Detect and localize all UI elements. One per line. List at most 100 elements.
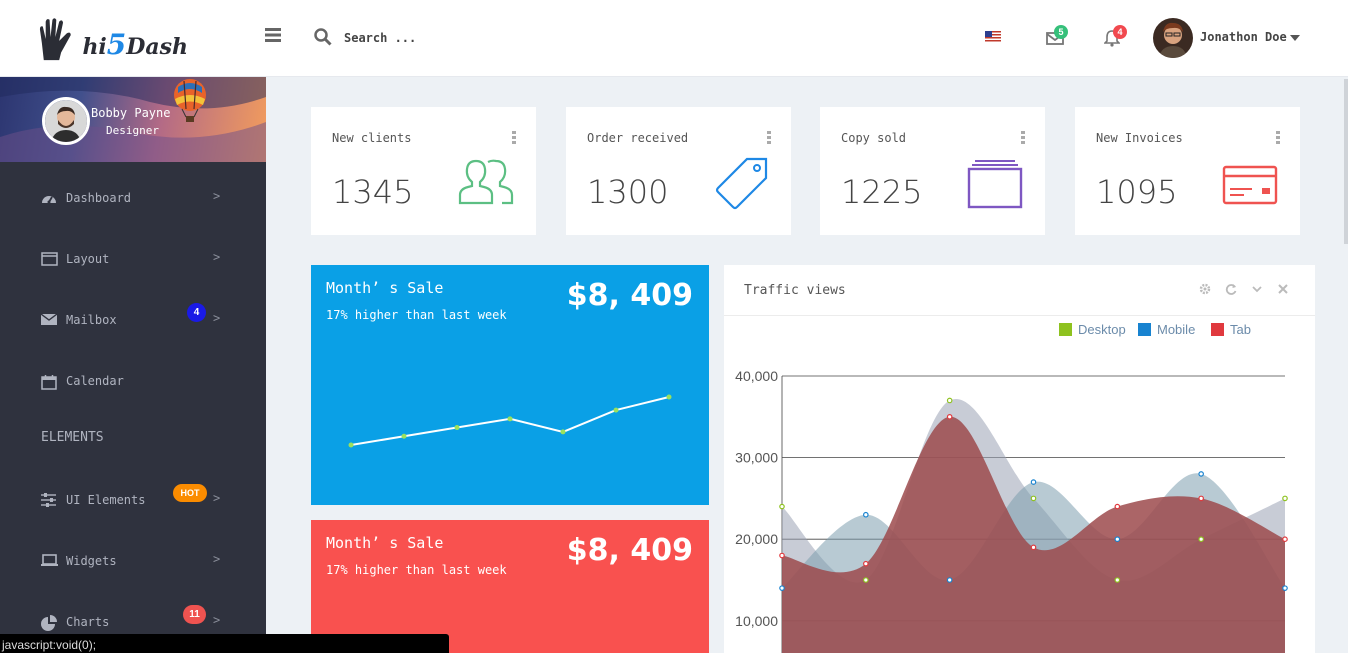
sparkline-point xyxy=(560,429,566,435)
profile-name[interactable]: Bobby Payne xyxy=(91,106,170,120)
pie-chart-icon xyxy=(41,615,57,631)
browser-status-bar: javascript:void(0); xyxy=(0,634,449,653)
sparkline-point xyxy=(507,416,513,422)
sidebar: Bobby Payne Designer Dashboard > Layout … xyxy=(0,77,266,653)
notifications-count-badge: 4 xyxy=(1113,25,1127,39)
stack-icon xyxy=(967,160,1023,209)
search-icon[interactable] xyxy=(314,28,332,50)
tag-icon xyxy=(715,157,768,210)
traffic-views-panel: Traffic views Desktop Mobile Tab 10,000 2… xyxy=(724,265,1315,653)
stat-card-title: New Invoices xyxy=(1096,131,1183,145)
data-point xyxy=(779,585,785,591)
card-menu-icon[interactable] xyxy=(1021,131,1025,146)
users-icon xyxy=(458,159,514,205)
data-point xyxy=(1030,479,1037,485)
y-tick-label: 40,000 xyxy=(735,368,778,384)
data-point xyxy=(1198,495,1204,502)
y-tick-label: 10,000 xyxy=(735,613,778,629)
us-flag-icon[interactable] xyxy=(985,31,1001,42)
data-point xyxy=(1282,585,1288,591)
card-menu-icon[interactable] xyxy=(512,131,516,146)
calendar-icon xyxy=(41,375,57,390)
mailbox-count-badge: 4 xyxy=(187,303,206,322)
sidebar-item-ui-elements[interactable]: UI Elements HOT > xyxy=(0,480,266,520)
sidebar-item-widgets[interactable]: Widgets > xyxy=(0,541,266,581)
stat-card-value: 1300 xyxy=(587,173,669,211)
data-point xyxy=(946,577,953,583)
card-menu-icon[interactable] xyxy=(1276,131,1280,146)
sparkline-point xyxy=(401,433,407,439)
hot-badge: HOT xyxy=(173,484,207,502)
notifications-button[interactable]: 4 xyxy=(1103,25,1127,51)
sale-subtitle: 17% higher than last week xyxy=(326,563,507,577)
sidebar-item-label: Layout xyxy=(66,252,110,266)
sidebar-profile: Bobby Payne Designer xyxy=(0,77,266,162)
data-point xyxy=(863,577,869,583)
stat-card-new-invoices: New Invoices 1095 xyxy=(1075,107,1300,235)
charts-count-badge: 11 xyxy=(183,605,206,624)
traffic-area-chart: 10,000 20,000 30,000 40,000 xyxy=(735,368,1288,653)
data-point xyxy=(863,560,869,567)
card-menu-icon[interactable] xyxy=(767,131,771,146)
stat-card-value: 1345 xyxy=(332,173,414,211)
scrollbar[interactable] xyxy=(1344,79,1348,244)
stat-card-copy-sold: Copy sold 1225 xyxy=(820,107,1045,235)
data-point xyxy=(946,397,953,404)
sidebar-item-calendar[interactable]: Calendar xyxy=(0,361,266,401)
layout-icon xyxy=(41,252,58,266)
data-point xyxy=(1282,495,1288,502)
data-point xyxy=(1114,503,1121,510)
stat-card-value: 1095 xyxy=(1096,173,1178,211)
credit-card-icon xyxy=(1222,165,1278,205)
profile-avatar[interactable] xyxy=(42,97,90,145)
chevron-right-icon: > xyxy=(213,189,221,203)
messages-button[interactable]: 5 xyxy=(1046,25,1068,49)
sidebar-item-label: Charts xyxy=(66,615,110,629)
stat-card-title: Copy sold xyxy=(841,131,907,145)
sidebar-item-mailbox[interactable]: Mailbox 4 > xyxy=(0,300,266,340)
data-point xyxy=(946,414,953,420)
logo-text: hi5Dash xyxy=(82,27,188,61)
top-navbar: hi5Dash 5 4 Jonathon Doe xyxy=(0,0,1348,77)
data-point xyxy=(1030,495,1037,502)
messages-count-badge: 5 xyxy=(1054,25,1068,39)
data-point xyxy=(1114,536,1121,543)
search-input[interactable] xyxy=(344,26,544,50)
sale-title: Month’ s Sale xyxy=(326,534,444,552)
sparkline-point xyxy=(348,442,354,448)
sparkline-chart xyxy=(348,394,672,448)
stat-card-order-received: Order received 1300 xyxy=(566,107,791,235)
data-point xyxy=(1198,536,1204,543)
laptop-icon xyxy=(41,554,58,566)
user-avatar[interactable] xyxy=(1153,18,1193,58)
hamburger-menu-icon[interactable] xyxy=(265,28,281,46)
chevron-right-icon: > xyxy=(213,552,221,566)
data-point xyxy=(1114,577,1121,583)
sidebar-item-label: Widgets xyxy=(66,554,117,568)
sidebar-item-label: Mailbox xyxy=(66,313,117,327)
sidebar-section-title: ELEMENTS xyxy=(41,430,104,445)
stat-card-value: 1225 xyxy=(841,173,923,211)
data-point xyxy=(779,503,785,510)
sidebar-item-layout[interactable]: Layout > xyxy=(0,239,266,279)
chevron-right-icon: > xyxy=(213,491,221,505)
user-name[interactable]: Jonathon Doe xyxy=(1200,30,1287,44)
hot-air-balloon-icon xyxy=(172,79,208,127)
logo[interactable]: hi5Dash xyxy=(38,14,188,64)
sparkline-point xyxy=(454,425,460,431)
sale-panel-blue: Month’ s Sale 17% higher than last week … xyxy=(311,265,709,505)
sidebar-item-dashboard[interactable]: Dashboard > xyxy=(0,178,266,218)
sidebar-item-label: UI Elements xyxy=(66,493,146,507)
sparkline-point xyxy=(666,394,672,400)
sliders-icon xyxy=(41,493,56,507)
data-point xyxy=(1198,471,1204,477)
data-point xyxy=(863,511,869,518)
sparkline-point xyxy=(613,407,619,413)
y-tick-label: 30,000 xyxy=(735,450,778,466)
sale-amount: $8, 409 xyxy=(566,533,693,568)
data-point xyxy=(779,552,785,559)
data-point xyxy=(1282,536,1288,543)
user-dropdown-caret-icon[interactable] xyxy=(1290,35,1300,41)
profile-role: Designer xyxy=(106,124,159,137)
sidebar-item-label: Dashboard xyxy=(66,191,132,205)
